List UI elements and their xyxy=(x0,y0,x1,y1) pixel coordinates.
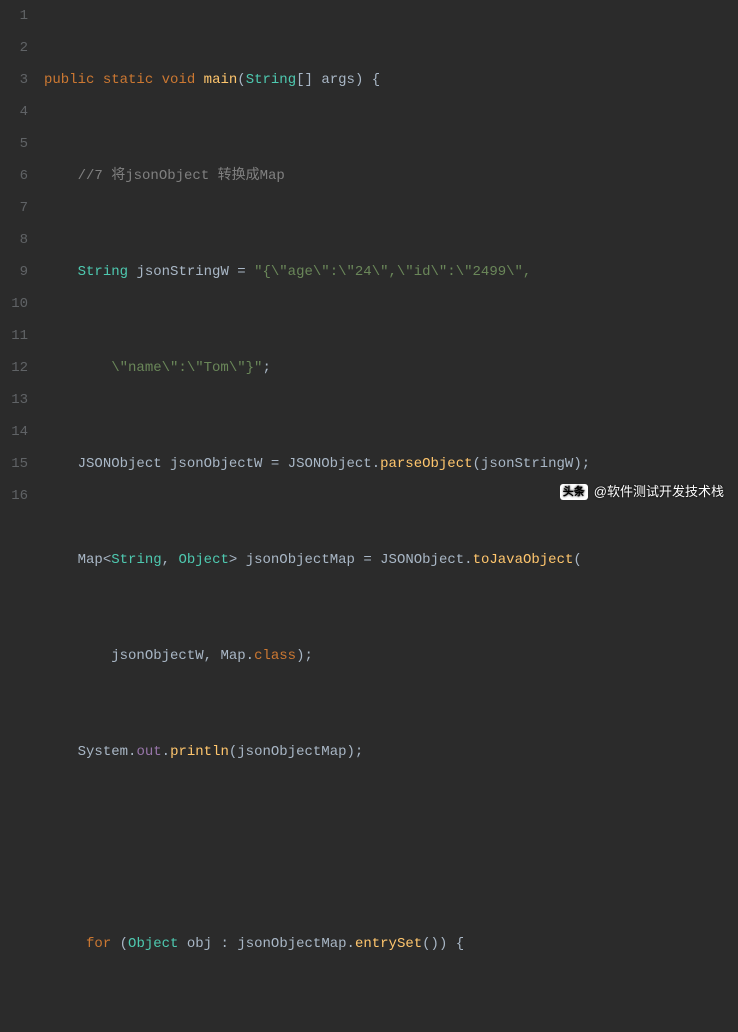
code-line: public static void main(String[] args) { xyxy=(44,64,738,96)
code-editor: 1 2 3 4 5 6 7 8 9 10 11 12 13 14 15 16 p… xyxy=(0,0,738,516)
line-number: 3 xyxy=(0,64,28,96)
line-number: 6 xyxy=(0,160,28,192)
line-number: 16 xyxy=(0,480,28,512)
line-number: 15 xyxy=(0,448,28,480)
line-number: 12 xyxy=(0,352,28,384)
line-number-gutter: 1 2 3 4 5 6 7 8 9 10 11 12 13 14 15 16 xyxy=(0,0,38,516)
watermark-logo: 头条 xyxy=(560,484,588,500)
line-number: 14 xyxy=(0,416,28,448)
line-number: 11 xyxy=(0,320,28,352)
code-area[interactable]: public static void main(String[] args) {… xyxy=(38,0,738,516)
code-line xyxy=(44,832,738,864)
line-number: 13 xyxy=(0,384,28,416)
line-number: 1 xyxy=(0,0,28,32)
code-line: jsonObjectW, Map.class); xyxy=(44,640,738,672)
code-line: //7 将jsonObject 转换成Map xyxy=(44,160,738,192)
watermark-text: @软件测试开发技术栈 xyxy=(594,476,724,508)
code-line: String jsonStringW = "{\"age\":\"24\",\"… xyxy=(44,256,738,288)
code-line: System.out.println(jsonObjectMap); xyxy=(44,736,738,768)
line-number: 2 xyxy=(0,32,28,64)
line-number: 9 xyxy=(0,256,28,288)
line-number: 4 xyxy=(0,96,28,128)
line-number: 10 xyxy=(0,288,28,320)
code-line: Map.Entry<String, String> entry = ( xyxy=(44,1024,738,1032)
line-number: 5 xyxy=(0,128,28,160)
watermark: 头条 @软件测试开发技术栈 xyxy=(560,476,724,508)
code-line: for (Object obj : jsonObjectMap.entrySet… xyxy=(44,928,738,960)
code-line: Map<String, Object> jsonObjectMap = JSON… xyxy=(44,544,738,576)
line-number: 8 xyxy=(0,224,28,256)
line-number: 7 xyxy=(0,192,28,224)
code-line: \"name\":\"Tom\"}"; xyxy=(44,352,738,384)
